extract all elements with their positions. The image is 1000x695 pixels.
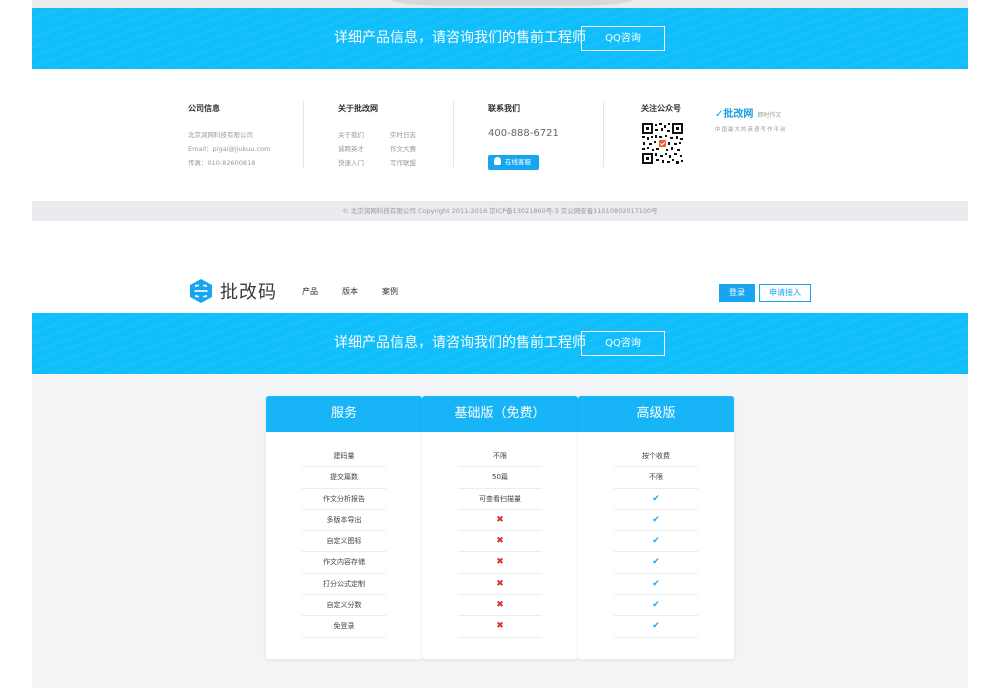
nav-menu: 产品 版本 案例 bbox=[302, 270, 422, 313]
pricing-row: ✔ bbox=[614, 552, 698, 574]
cross-icon: ✖ bbox=[496, 621, 504, 632]
pricing-row: 按个收费 bbox=[614, 446, 698, 468]
footer-follow: 关注公众号 bbox=[641, 103, 684, 165]
footer-brand-tagline: 中国最大的英语写作平台 bbox=[715, 127, 787, 133]
footer-company-title: 公司信息 bbox=[188, 104, 220, 113]
previous-section-edge bbox=[32, 0, 968, 8]
pricing-row: 作文分析报告 bbox=[302, 489, 386, 510]
pricing-row: 不限 bbox=[614, 467, 698, 489]
pricing-row: 50篇 bbox=[458, 467, 542, 489]
cross-icon: ✖ bbox=[496, 557, 504, 568]
qq-penguin-icon bbox=[494, 157, 501, 165]
link-realtime-log[interactable]: 实时日志 bbox=[390, 128, 440, 142]
footer-divider bbox=[603, 101, 604, 167]
column-header: 服务 bbox=[266, 396, 422, 432]
banner-text: 详细产品信息，请咨询我们的售前工程师 bbox=[334, 30, 586, 46]
pricing-row: ✖ bbox=[458, 616, 542, 638]
footer-divider bbox=[453, 101, 454, 167]
online-service-label: 在线客服 bbox=[505, 158, 531, 166]
footer-company: 公司信息 北京润网科技有限公司 Email：pigai@jiukuu.com 传… bbox=[188, 103, 270, 170]
cross-icon: ✖ bbox=[496, 578, 504, 589]
link-about-us[interactable]: 关于我们 bbox=[338, 128, 390, 142]
pricing-row: 作文内容存储 bbox=[302, 552, 386, 574]
qq-consult-button[interactable]: QQ咨询 bbox=[581, 26, 665, 51]
column-header: 基础版（免费） bbox=[422, 396, 578, 432]
footer-divider bbox=[303, 101, 304, 167]
nav-item-cases[interactable]: 案例 bbox=[382, 287, 398, 296]
consult-banner: 详细产品信息，请咨询我们的售前工程师 QQ咨询 bbox=[32, 313, 968, 374]
link-contest[interactable]: 作文大赛 bbox=[390, 142, 440, 156]
pricing-row: ✔ bbox=[614, 616, 698, 638]
pricing-row: 建码量 bbox=[302, 446, 386, 468]
check-icon: ✔ bbox=[652, 600, 660, 611]
nav-item-product[interactable]: 产品 bbox=[302, 287, 318, 296]
footer-brand: ✓批改网 即时作文 中国最大的英语写作平台 bbox=[715, 102, 787, 133]
banner-text: 详细产品信息，请咨询我们的售前工程师 bbox=[334, 335, 586, 351]
pricing-row: ✖ bbox=[458, 595, 542, 617]
pricing-row: 自定义分数 bbox=[302, 595, 386, 617]
company-email: Email：pigai@jiukuu.com bbox=[188, 145, 271, 153]
login-button[interactable]: 登录 bbox=[719, 284, 755, 302]
pricing-section: 服务 建码量 提交篇数 作文分析报告 多版本导出 自定义图标 作文内容存储 打分公式定制 自定… bbox=[32, 375, 968, 695]
check-icon: ✔ bbox=[652, 514, 660, 525]
pricing-row: ✖ bbox=[458, 531, 542, 553]
cross-icon: ✖ bbox=[496, 514, 504, 525]
pricing-row: ✔ bbox=[614, 531, 698, 553]
pricing-row: ✔ bbox=[614, 595, 698, 617]
footer-contact-title: 联系我们 bbox=[488, 104, 520, 113]
site-footer: 公司信息 北京润网科技有限公司 Email：pigai@jiukuu.com 传… bbox=[32, 69, 968, 201]
pricing-row: 打分公式定制 bbox=[302, 574, 386, 596]
scan-logo-icon bbox=[190, 279, 212, 303]
top-nav: 批改码 产品 版本 案例 登录 申请接入 bbox=[32, 270, 968, 313]
link-quick-start[interactable]: 快速入门 bbox=[338, 156, 390, 170]
company-name: 北京润网科技有限公司 bbox=[188, 131, 253, 139]
pricing-row: ✖ bbox=[458, 510, 542, 532]
check-icon: ✔ bbox=[652, 536, 660, 547]
footer-brand-logo: ✓批改网 bbox=[715, 109, 754, 120]
brand-wordmark: 批改码 bbox=[220, 282, 277, 303]
check-icon: ✔ bbox=[652, 578, 660, 589]
pricing-row: 自定义图标 bbox=[302, 531, 386, 553]
pricing-row: 不限 bbox=[458, 446, 542, 468]
column-header: 高级版 bbox=[578, 396, 734, 432]
apply-access-button[interactable]: 申请接入 bbox=[759, 284, 811, 302]
brand-logo[interactable]: 批改码 bbox=[188, 278, 277, 304]
footer-contact: 联系我们 400-888-6721 在线客服 bbox=[488, 103, 559, 170]
footer-about: 关于批改网 关于我们 实时日志 诚聘英才 作文大赛 快速入门 写作联盟 bbox=[338, 103, 440, 170]
footer-follow-title: 关注公众号 bbox=[641, 104, 681, 113]
cross-icon: ✖ bbox=[496, 536, 504, 547]
pricing-row: ✔ bbox=[614, 574, 698, 596]
qq-consult-button[interactable]: QQ咨询 bbox=[581, 331, 665, 356]
pricing-row: 免登录 bbox=[302, 616, 386, 638]
footer-brand-slogan: 即时作文 bbox=[757, 112, 782, 119]
check-icon: ✔ bbox=[652, 557, 660, 568]
check-icon: ✔ bbox=[652, 621, 660, 632]
consult-banner: 详细产品信息，请咨询我们的售前工程师 QQ咨询 bbox=[32, 8, 968, 69]
pricing-row: 提交篇数 bbox=[302, 467, 386, 489]
check-icon: ✔ bbox=[652, 493, 660, 504]
contact-phone: 400-888-6721 bbox=[488, 128, 559, 139]
link-careers[interactable]: 诚聘英才 bbox=[338, 142, 390, 156]
footer-about-title: 关于批改网 bbox=[338, 104, 378, 113]
online-service-button[interactable]: 在线客服 bbox=[488, 155, 539, 170]
link-writing-alliance[interactable]: 写作联盟 bbox=[390, 156, 440, 170]
pricing-row: ✔ bbox=[614, 510, 698, 532]
company-fax: 传真：010-82600818 bbox=[188, 159, 256, 167]
pricing-column-premium: 高级版 按个收费 不限 ✔ ✔ ✔ ✔ ✔ ✔ ✔ bbox=[578, 396, 734, 659]
pricing-row: ✖ bbox=[458, 552, 542, 574]
pricing-row: 多版本导出 bbox=[302, 510, 386, 532]
cross-icon: ✖ bbox=[496, 600, 504, 611]
wechat-qr-code bbox=[641, 122, 684, 165]
copyright-bar: © 北京润网科技有限公司 Copyright 2011-2016 京ICP备13… bbox=[32, 201, 968, 221]
pricing-row: ✖ bbox=[458, 574, 542, 596]
pricing-row: ✔ bbox=[614, 489, 698, 510]
pricing-column-services: 服务 建码量 提交篇数 作文分析报告 多版本导出 自定义图标 作文内容存储 打分公式定制 自定… bbox=[266, 396, 422, 659]
nav-item-version[interactable]: 版本 bbox=[342, 287, 358, 296]
pricing-column-basic: 基础版（免费） 不限 50篇 可查看扫描量 ✖ ✖ ✖ ✖ ✖ ✖ bbox=[422, 396, 578, 659]
pricing-row: 可查看扫描量 bbox=[458, 489, 542, 510]
page-bottom-edge bbox=[32, 688, 968, 695]
